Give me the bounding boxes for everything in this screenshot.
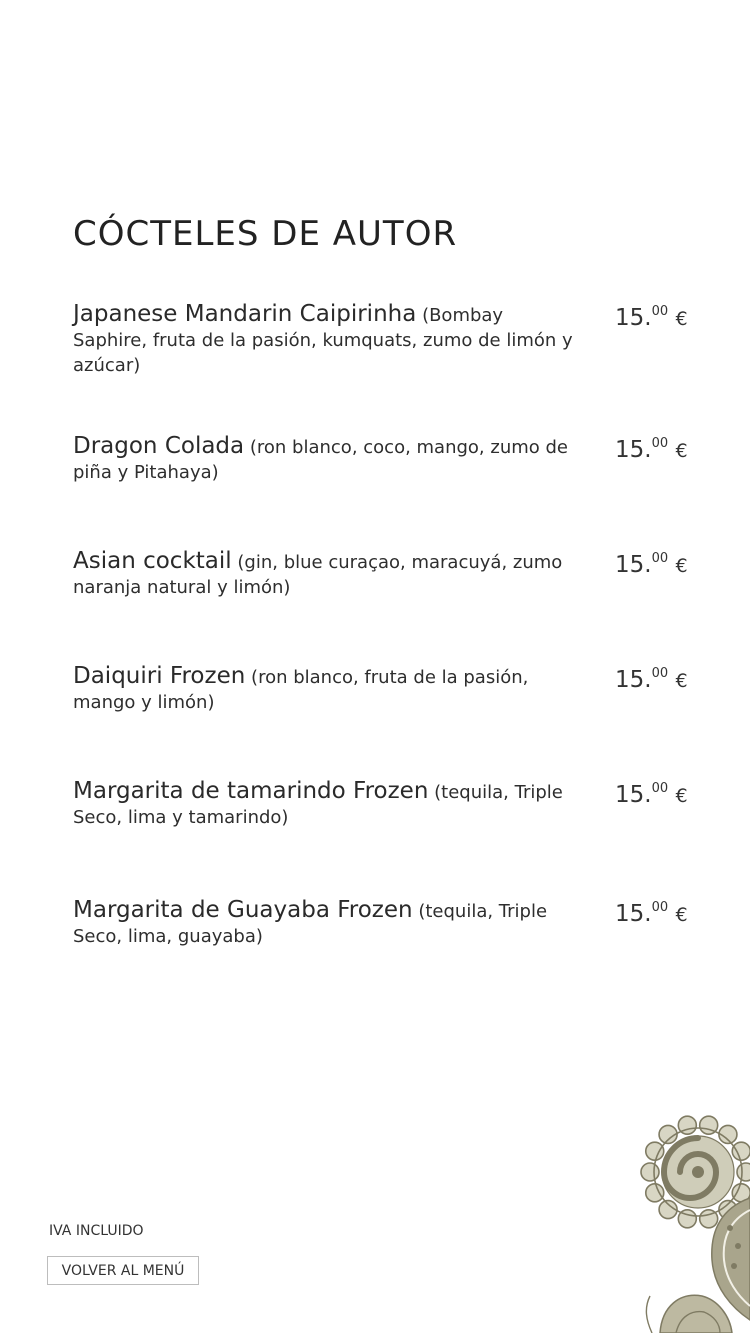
price-integer: 15. — [615, 901, 652, 927]
menu-item: Dragon Colada (ron blanco, coco, mango, … — [73, 434, 688, 485]
price-currency: € — [675, 670, 688, 692]
menu-item-text: Dragon Colada (ron blanco, coco, mango, … — [73, 434, 578, 485]
price-cents: 00 — [651, 900, 669, 915]
menu-item-price: 15.00 € — [615, 781, 688, 808]
price-currency: € — [675, 904, 688, 926]
price-cents: 00 — [651, 781, 669, 796]
price-integer: 15. — [615, 437, 652, 463]
menu-item-text: Asian cocktail (gin, blue curaçao, marac… — [73, 549, 578, 600]
ornament-petal — [644, 1183, 665, 1203]
price-cents: 00 — [651, 436, 669, 451]
menu-item-name: Margarita de tamarindo Frozen — [73, 778, 429, 804]
menu-item-name: Daiquiri Frozen — [73, 663, 246, 689]
price-cents: 00 — [651, 304, 669, 319]
menu-item: Margarita de tamarindo Frozen (tequila, … — [73, 779, 688, 830]
menu-item-text: Japanese Mandarin Caipirinha (Bombay Sap… — [73, 302, 578, 378]
price-integer: 15. — [615, 782, 652, 808]
ornament-petal — [736, 1162, 750, 1182]
ornament-petal — [644, 1141, 665, 1161]
price-currency: € — [675, 440, 688, 462]
page-title: CÓCTELES DE AUTOR — [73, 214, 458, 254]
price-integer: 15. — [615, 667, 652, 693]
price-currency: € — [675, 308, 688, 330]
ornament-petal — [640, 1162, 660, 1182]
price-integer: 15. — [615, 305, 652, 331]
menu-item-price: 15.00 € — [615, 436, 688, 463]
iva-note: IVA INCLUIDO — [49, 1223, 144, 1239]
menu-item-name: Dragon Colada — [73, 433, 245, 459]
menu-item-price: 15.00 € — [615, 900, 688, 927]
menu-item: Daiquiri Frozen (ron blanco, fruta de la… — [73, 664, 688, 715]
menu-item-price: 15.00 € — [615, 304, 688, 331]
price-integer: 15. — [615, 552, 652, 578]
menu-item: Margarita de Guayaba Frozen (tequila, Tr… — [73, 898, 688, 949]
price-currency: € — [675, 555, 688, 577]
menu-item-name: Japanese Mandarin Caipirinha — [73, 301, 417, 327]
menu-item-price: 15.00 € — [615, 551, 688, 578]
menu-item-text: Margarita de Guayaba Frozen (tequila, Tr… — [73, 898, 578, 949]
menu-item-name: Asian cocktail — [73, 548, 232, 574]
menu-item-price: 15.00 € — [615, 666, 688, 693]
menu-item-text: Daiquiri Frozen (ron blanco, fruta de la… — [73, 664, 578, 715]
menu-item: Asian cocktail (gin, blue curaçao, marac… — [73, 549, 688, 600]
menu-item-text: Margarita de tamarindo Frozen (tequila, … — [73, 779, 578, 830]
back-to-menu-button[interactable]: VOLVER AL MENÚ — [47, 1256, 199, 1285]
ornament-petal — [731, 1141, 750, 1161]
price-currency: € — [675, 785, 688, 807]
menu-item: Japanese Mandarin Caipirinha (Bombay Sap… — [73, 302, 688, 378]
paisley-ornament-icon — [640, 1115, 750, 1333]
price-cents: 00 — [651, 551, 669, 566]
menu-item-name: Margarita de Guayaba Frozen — [73, 897, 413, 923]
price-cents: 00 — [651, 666, 669, 681]
